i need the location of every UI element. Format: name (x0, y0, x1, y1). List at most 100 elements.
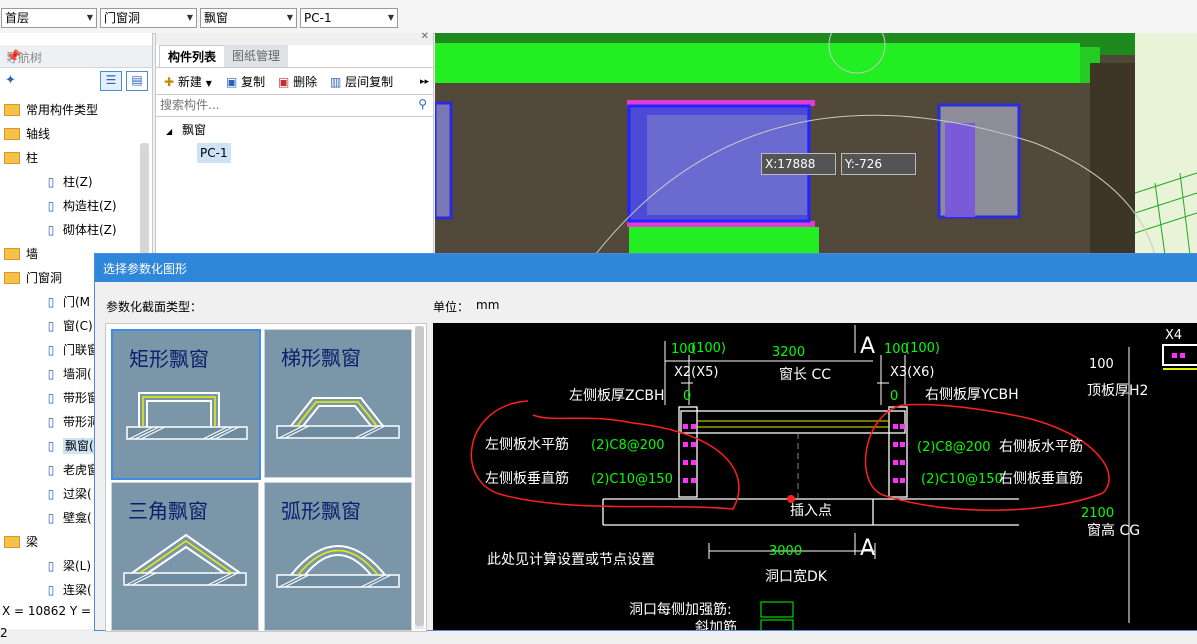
nav-item-label: 构造柱(Z) (63, 199, 117, 213)
rect-bay-window-icon (126, 392, 248, 440)
nav-item[interactable]: ▯ 墙洞( (44, 363, 92, 385)
left-zero: 0 (683, 389, 691, 404)
nav-item[interactable]: ▯ 门(M (44, 291, 90, 313)
nav-item[interactable]: ▯ 梁(L) (44, 555, 91, 577)
component-icon: ▯ (47, 583, 55, 597)
nav-item[interactable]: ▯ 连梁( (44, 579, 92, 601)
nav-item-label: 轴线 (26, 127, 51, 141)
nav-item-label: 过梁( (63, 487, 92, 501)
nav-item[interactable]: 常用构件类型 (4, 99, 98, 121)
nav-item[interactable]: ▯ 门联窗 (44, 339, 99, 361)
right-vertical-rebar-value[interactable]: (2)C10@150 (921, 472, 1003, 487)
dim-100-right-p: (100) (905, 341, 940, 356)
scrollbar-thumb[interactable] (415, 326, 424, 626)
3d-scene (435, 33, 1197, 255)
nav-item[interactable]: ▯ 带形窗 (44, 387, 99, 409)
nav-item-label: 墙 (26, 247, 39, 261)
tree-node-bay-window[interactable]: ◢ 飘窗 (166, 121, 206, 138)
search-box[interactable]: ⚲ (156, 94, 433, 117)
nav-item-label: 梁 (26, 535, 39, 549)
nav-item-label: 柱 (26, 151, 39, 165)
nav-item[interactable]: ▯ 柱(Z) (44, 171, 93, 193)
list-view-icon[interactable]: ☰ (100, 71, 122, 91)
triangle-bay-window-option[interactable]: 三角飘窗 (111, 482, 259, 631)
dim-100-left-p: (100) (691, 341, 726, 356)
tab-component-list[interactable]: 构件列表 (159, 45, 226, 68)
left-horizontal-rebar-value[interactable]: (2)C8@200 (591, 438, 665, 453)
chevron-down-icon: ▼ (86, 13, 93, 22)
chevron-down-icon: ▼ (205, 79, 212, 88)
delete-label: 删除 (293, 75, 318, 89)
right-horizontal-rebar-value[interactable]: (2)C8@200 (917, 440, 991, 455)
new-icon: ✚ (164, 75, 175, 89)
tree-node-pc1[interactable]: PC-1 (197, 143, 231, 163)
reinf-input-box[interactable] (760, 601, 794, 618)
section-a-bottom: A (860, 536, 875, 561)
triangle-bay-window-icon (123, 533, 247, 586)
delete-button[interactable]: ▣ 删除 (278, 73, 317, 91)
folder-icon (4, 535, 20, 548)
expand-icon: ◢ (166, 127, 173, 136)
trapezoid-bay-window-option[interactable]: 梯形飘窗 (264, 329, 412, 478)
search-icon[interactable]: ⚲ (418, 97, 427, 111)
section-a-top: A (860, 334, 875, 359)
nav-item[interactable]: ▯ 构造柱(Z) (44, 195, 117, 217)
window-height-label: 窗高 CG (1087, 522, 1140, 539)
gallery-scrollbar[interactable] (415, 326, 424, 629)
left-vertical-rebar-value[interactable]: (2)C10@150 (591, 472, 673, 487)
right-vertical-rebar-label: 右侧板垂直筋 (999, 470, 1083, 487)
3d-viewport[interactable]: X:17888 Y:-726 (435, 33, 1197, 255)
x-readout: X:17888 (761, 153, 836, 175)
rect-bay-window-option[interactable]: 矩形飘窗 (111, 329, 261, 480)
left-horizontal-rebar-label: 左侧板水平筋 (485, 436, 569, 453)
nav-item[interactable]: ▯ 飘窗( (44, 435, 96, 457)
nav-item[interactable]: ▯ 带形洞 (44, 411, 99, 433)
tree-node-label: PC-1 (200, 146, 228, 160)
component-icon: ▯ (47, 343, 55, 357)
category-dropdown[interactable]: 门窗洞 ▼ (100, 8, 197, 28)
component-icon: ▯ (47, 391, 55, 405)
trapezoid-bay-window-icon (276, 397, 400, 439)
nav-item[interactable]: ▯ 窗(C) (44, 315, 93, 337)
parameter-drawing[interactable]: 100 (100) 3200 100 (100) A A X2(X5) 窗长 C… (433, 323, 1197, 630)
left-window (435, 101, 453, 220)
grid-view-icon[interactable]: ▤ (126, 71, 148, 91)
floor-copy-label: 层间复制 (345, 75, 394, 89)
tab-label: 图纸管理 (232, 49, 281, 63)
nav-item[interactable]: 轴线 (4, 123, 50, 145)
copy-icon: ▣ (226, 75, 238, 89)
floor-dropdown[interactable]: 首层 ▼ (1, 8, 97, 28)
sparkle-icon[interactable]: ✦ (5, 73, 16, 88)
nav-item[interactable]: ▯ 壁龛( (44, 507, 92, 529)
component-dropdown[interactable]: PC-1 ▼ (300, 8, 398, 28)
arc-bay-window-option[interactable]: 弧形飘窗 (264, 482, 412, 631)
copy-button[interactable]: ▣ 复制 (226, 73, 265, 91)
nav-item[interactable]: 墙 (4, 243, 38, 265)
search-input[interactable] (158, 95, 402, 115)
nav-item-label: 连梁( (63, 583, 92, 597)
nav-item[interactable]: ▯ 砌体柱(Z) (44, 219, 117, 241)
window-length-label: 窗长 CC (779, 366, 831, 383)
chevron-down-icon: ▼ (387, 13, 394, 22)
floor-copy-button[interactable]: ▥ 层间复制 (330, 73, 393, 91)
nav-item[interactable]: 柱 (4, 147, 38, 169)
floor-selector-bar: 首层 ▼ 门窗洞 ▼ 飘窗 ▼ PC-1 ▼ (0, 0, 1197, 34)
reinforcement-each-side-label: 洞口每侧加强筋: (629, 601, 732, 618)
nav-item[interactable]: ▯ 老虎窗 (44, 459, 99, 481)
unit-label: 单位： (433, 300, 470, 314)
oblique-rebar-label: 斜加筋 (695, 619, 737, 630)
type-dropdown[interactable]: 飘窗 ▼ (200, 8, 297, 28)
nav-item[interactable]: 门窗洞 (4, 267, 62, 289)
left-vertical-rebar-label: 左侧板垂直筋 (485, 470, 569, 487)
nav-item-label: 壁龛( (63, 511, 92, 525)
more-icon[interactable]: ▸▸ (420, 73, 429, 91)
nav-item[interactable]: ▯ 过梁( (44, 483, 92, 505)
arc-bay-window-icon (276, 545, 400, 588)
nav-item-label: 门(M (63, 295, 91, 309)
close-icon[interactable]: ✕ (421, 31, 429, 42)
pin-icon[interactable]: 📌 (6, 49, 146, 63)
new-button[interactable]: ✚ 新建 ▼ (164, 73, 212, 93)
nav-item[interactable]: 梁 (4, 531, 38, 553)
tab-drawing-management[interactable]: 图纸管理 (224, 45, 289, 67)
chevron-down-icon: ▼ (286, 13, 293, 22)
